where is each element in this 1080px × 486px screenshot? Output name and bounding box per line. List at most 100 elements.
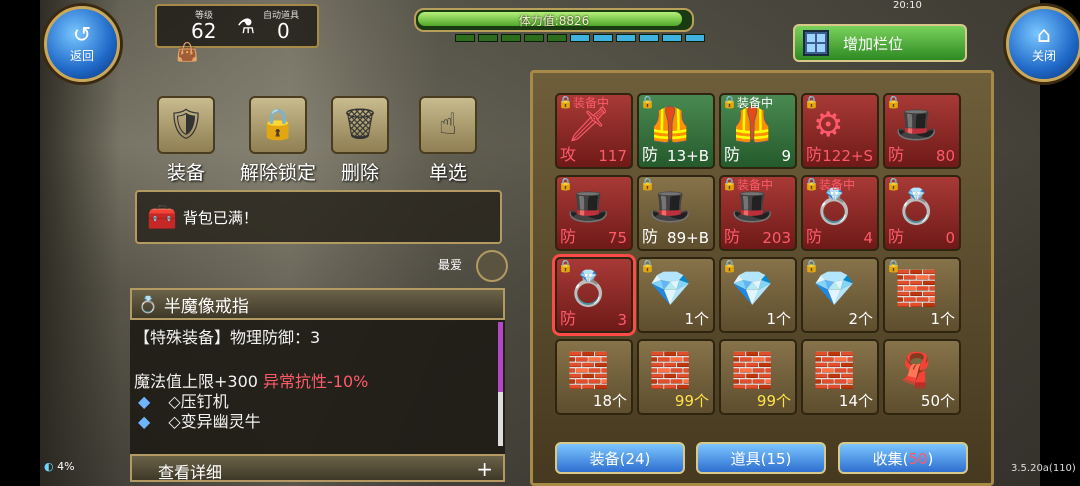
item-title: 半魔像戒指 [163,296,249,317]
item-type: 防 [642,227,659,246]
add-slot-button[interactable]: 增加栏位 [793,24,967,62]
inventory-slot[interactable]: 💍 🔒 防 0 [883,175,961,251]
equip-action-button[interactable]: 🛡 装备 [156,96,216,185]
inventory-slot[interactable]: 💍 🔒 防 3 [555,257,633,333]
clock: 20:10 [893,0,922,11]
item-icon: 🧣 [895,351,938,391]
lock-icon: 🔒 [558,177,573,191]
inventory-slot[interactable]: 🗡 🔒 装备中攻 117 [555,93,633,169]
back-button[interactable]: ↺ 返回 [44,6,120,82]
lock-icon: 🔒 [722,95,737,109]
lock-icon: 🔒 [886,177,901,191]
tab-items[interactable]: 道具(15) [696,442,826,474]
item-slot-line-2: ◆ ◇变异幽灵牛 [138,412,261,431]
delete-action-button[interactable]: 🗑 删除 [330,96,390,185]
ring-icon: 💍 [138,294,158,314]
version-text: 3.5.20a(110) [1011,463,1076,474]
item-type: 攻 [560,145,577,164]
item-value: 122+S [822,147,873,165]
bag-icon[interactable]: 👜 [176,42,198,63]
inventory-slot[interactable]: 🧱 🔒 1个 [883,257,961,333]
lock-icon: 🔒 [722,177,737,191]
inventory-slot[interactable]: 🧱 99个 [719,339,797,415]
lock-icon: 🔒 [249,96,307,154]
hand-icon: ☝ [419,96,477,154]
item-value: 50个 [920,392,955,410]
single-select-action-button[interactable]: ☝ 单选 [418,96,478,185]
lock-icon: 🔒 [804,177,819,191]
unlock-action-button[interactable]: 🔒 解除锁定 [236,96,320,185]
item-icon: 🧱 [813,351,856,391]
lock-icon: 🔒 [640,259,655,273]
equipped-tag: 装备中 [737,96,774,110]
item-type: 防 [806,227,823,246]
cycle-icon: ◐ [44,460,54,473]
inventory-slot[interactable]: 🎩 🔒 防 89+B [637,175,715,251]
inventory-slot[interactable]: 🎩 🔒 装备中防 203 [719,175,797,251]
inventory-slot[interactable]: 🧱 14个 [801,339,879,415]
item-icon: 💍 [895,187,938,227]
energy-segments [455,34,705,42]
item-value: 99个 [674,392,709,410]
progress-percent: ◐ 4% [44,460,75,473]
home-icon: ⌂ [1037,22,1051,48]
inventory-slot[interactable]: 💎 🔒 1个 [719,257,797,333]
inventory-slot[interactable]: 🦺 🔒 装备中防 9 [719,93,797,169]
inventory-slot[interactable]: 💍 🔒 装备中防 4 [801,175,879,251]
lock-icon: 🔒 [804,95,819,109]
item-value: 9 [781,147,791,165]
equipped-tag: 装备中 [737,178,774,192]
item-type: 防 [888,227,905,246]
equipped-tag: 装备中 [819,178,856,192]
item-icon: 🎩 [649,187,692,227]
level-value: 62 [191,19,217,43]
item-value: 3 [617,311,627,329]
equipped-tag: 装备中 [573,96,610,110]
inventory-slot[interactable]: 🎩 🔒 防 80 [883,93,961,169]
item-value: 89+B [667,229,709,247]
lock-icon: 🔒 [640,177,655,191]
trash-icon: 🗑 [331,96,389,154]
item-type: 防 [724,145,741,164]
item-title-bar: 💍 半魔像戒指 [130,288,505,320]
potion-icon: ⚗ [237,14,255,38]
item-value: 1个 [766,310,791,328]
tab-collection[interactable]: 收集(50) [838,442,968,474]
inventory-slot[interactable]: 🎩 🔒 防 75 [555,175,633,251]
item-icon: 🦺 [649,105,692,145]
item-type: 防 [724,227,741,246]
item-value: 80 [935,147,955,165]
item-icon: 🎩 [731,187,774,227]
inventory-slot[interactable]: 🧱 99个 [637,339,715,415]
tab-equipment[interactable]: 装备(24) [555,442,685,474]
item-type: 防 [560,309,577,328]
inventory-grid: 🗡 🔒 装备中攻 117 🦺 🔒 防 13+B 🦺 🔒 装备中防 9 ⚙ 🔒 防 122+S 🎩 🔒 防 80 🎩 🔒 防 7… [530,70,994,486]
auto-item-value: 0 [277,19,290,43]
inventory-slot[interactable]: 🦺 🔒 防 13+B [637,93,715,169]
item-icon: 💎 [649,269,692,309]
inventory-slot[interactable]: 💎 🔒 2个 [801,257,879,333]
lock-icon: 🔒 [886,259,901,273]
item-value: 1个 [930,310,955,328]
item-icon: 💍 [567,269,610,309]
inventory-slot[interactable]: 🧱 18个 [555,339,633,415]
lock-icon: 🔒 [558,259,573,273]
item-value: 1个 [684,310,709,328]
gem-icon: ◆ [138,412,151,431]
bag-full-message: 🧰 背包已满！ [135,190,502,244]
item-icon: 🎩 [895,105,938,145]
item-type: 防 [806,145,823,164]
item-icon: 💎 [731,269,774,309]
item-type: 防 [642,145,659,164]
favorite-label: 最爱 [438,258,463,272]
view-details-button[interactable]: 查看详细 + [130,454,505,482]
item-value: 75 [607,229,627,247]
inventory-slot[interactable]: 🧣 50个 [883,339,961,415]
inventory-slot[interactable]: 💎 🔒 1个 [637,257,715,333]
item-icon: 🗡 [567,105,611,145]
close-button[interactable]: ⌂ 关闭 [1006,6,1080,82]
lock-icon: 🔒 [886,95,901,109]
detail-scrollbar[interactable] [498,322,503,446]
inventory-slot[interactable]: ⚙ 🔒 防 122+S [801,93,879,169]
favorite-toggle[interactable] [476,250,508,282]
